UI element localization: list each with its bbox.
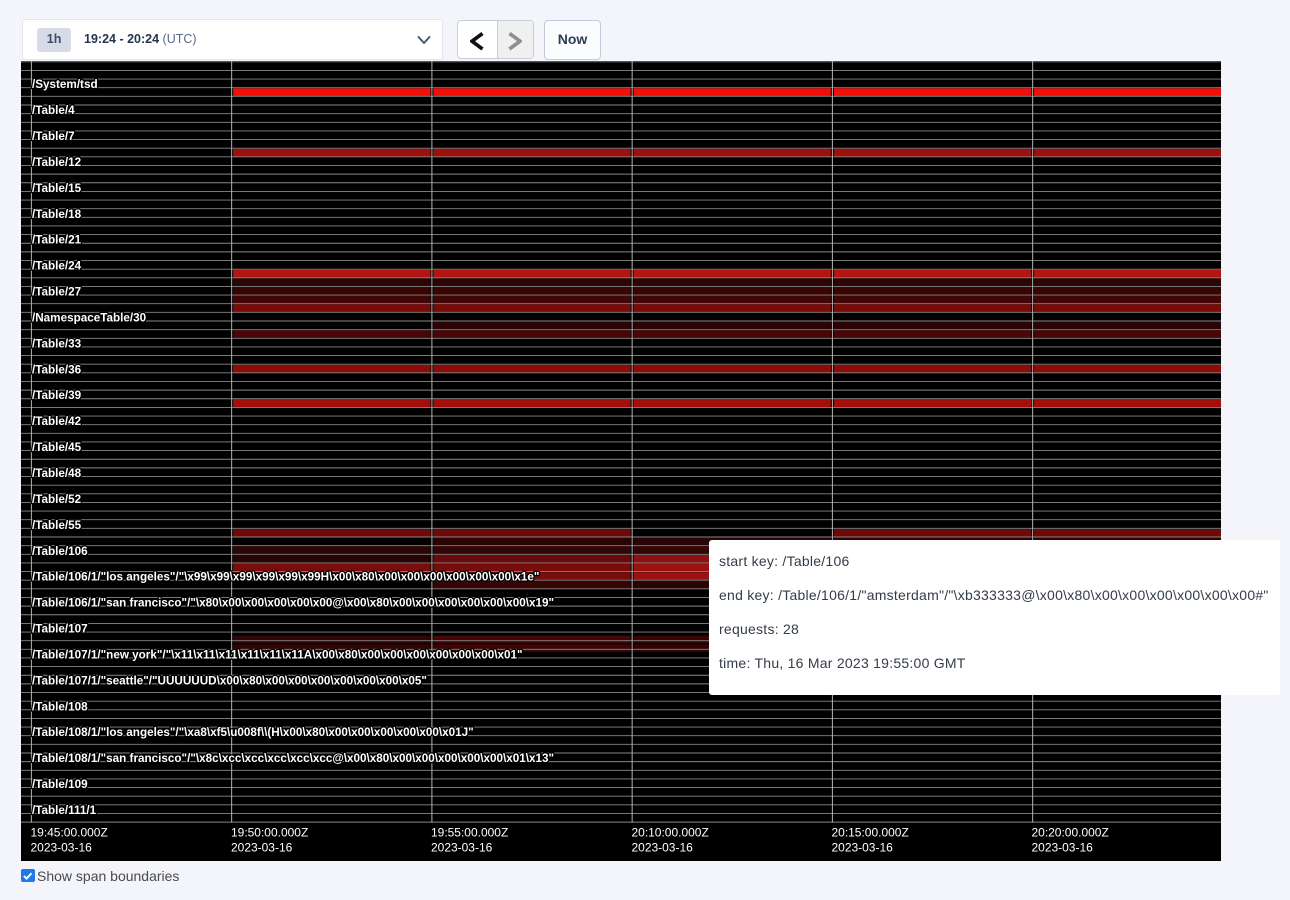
svg-text:/Table/106/1/"san francisco"/": /Table/106/1/"san francisco"/"\x80\x00\x… — [32, 596, 554, 609]
svg-text:2023-03-16: 2023-03-16 — [1031, 840, 1093, 854]
svg-text:/Table/111/1: /Table/111/1 — [32, 804, 97, 817]
svg-text:/Table/4: /Table/4 — [32, 104, 75, 117]
svg-text:19:55:00.000Z: 19:55:00.000Z — [431, 825, 508, 839]
svg-text:/Table/36: /Table/36 — [32, 363, 82, 376]
svg-text:/Table/15: /Table/15 — [32, 182, 82, 195]
svg-text:/NamespaceTable/30: /NamespaceTable/30 — [32, 311, 147, 324]
svg-text:/Table/106/1/"los angeles"/"\x: /Table/106/1/"los angeles"/"\x99\x99\x99… — [32, 570, 539, 583]
svg-text:/Table/106: /Table/106 — [32, 544, 88, 557]
svg-text:2023-03-16: 2023-03-16 — [831, 840, 893, 854]
svg-text:/System/tsd: /System/tsd — [32, 78, 98, 91]
svg-text:2023-03-16: 2023-03-16 — [31, 840, 93, 854]
svg-text:20:10:00.000Z: 20:10:00.000Z — [631, 825, 708, 839]
svg-text:/Table/108: /Table/108 — [32, 700, 88, 713]
svg-text:/Table/27: /Table/27 — [32, 285, 81, 298]
svg-text:/Table/48: /Table/48 — [32, 467, 82, 480]
svg-text:/Table/42: /Table/42 — [32, 415, 82, 428]
svg-text:19:50:00.000Z: 19:50:00.000Z — [231, 825, 308, 839]
svg-text:2023-03-16: 2023-03-16 — [431, 840, 493, 854]
svg-text:/Table/52: /Table/52 — [32, 493, 82, 506]
svg-text:/Table/107: /Table/107 — [32, 622, 88, 635]
svg-text:/Table/12: /Table/12 — [32, 156, 82, 169]
svg-text:/Table/7: /Table/7 — [32, 130, 75, 143]
svg-text:/Table/24: /Table/24 — [32, 259, 82, 272]
svg-text:/Table/107/1/"seattle"/"UUUUUU: /Table/107/1/"seattle"/"UUUUUUD\x00\x80\… — [32, 674, 427, 687]
svg-text:/Table/21: /Table/21 — [32, 233, 82, 246]
svg-text:/Table/39: /Table/39 — [32, 389, 82, 402]
svg-text:/Table/55: /Table/55 — [32, 518, 82, 531]
svg-text:19:45:00.000Z: 19:45:00.000Z — [31, 825, 108, 839]
svg-text:/Table/45: /Table/45 — [32, 441, 82, 454]
svg-text:/Table/18: /Table/18 — [32, 207, 82, 220]
svg-text:/Table/107/1/"new york"/"\x11\: /Table/107/1/"new york"/"\x11\x11\x11\x1… — [32, 648, 523, 661]
svg-text:20:15:00.000Z: 20:15:00.000Z — [831, 825, 908, 839]
svg-text:2023-03-16: 2023-03-16 — [631, 840, 693, 854]
svg-text:2023-03-16: 2023-03-16 — [231, 840, 293, 854]
svg-text:/Table/109: /Table/109 — [32, 778, 88, 791]
svg-text:20:20:00.000Z: 20:20:00.000Z — [1031, 825, 1108, 839]
svg-text:/Table/33: /Table/33 — [32, 337, 82, 350]
svg-text:/Table/108/1/"los angeles"/"\x: /Table/108/1/"los angeles"/"\xa8\xf5\u00… — [32, 726, 474, 739]
svg-text:/Table/108/1/"san francisco"/": /Table/108/1/"san francisco"/"\x8c\xcc\x… — [32, 752, 554, 765]
